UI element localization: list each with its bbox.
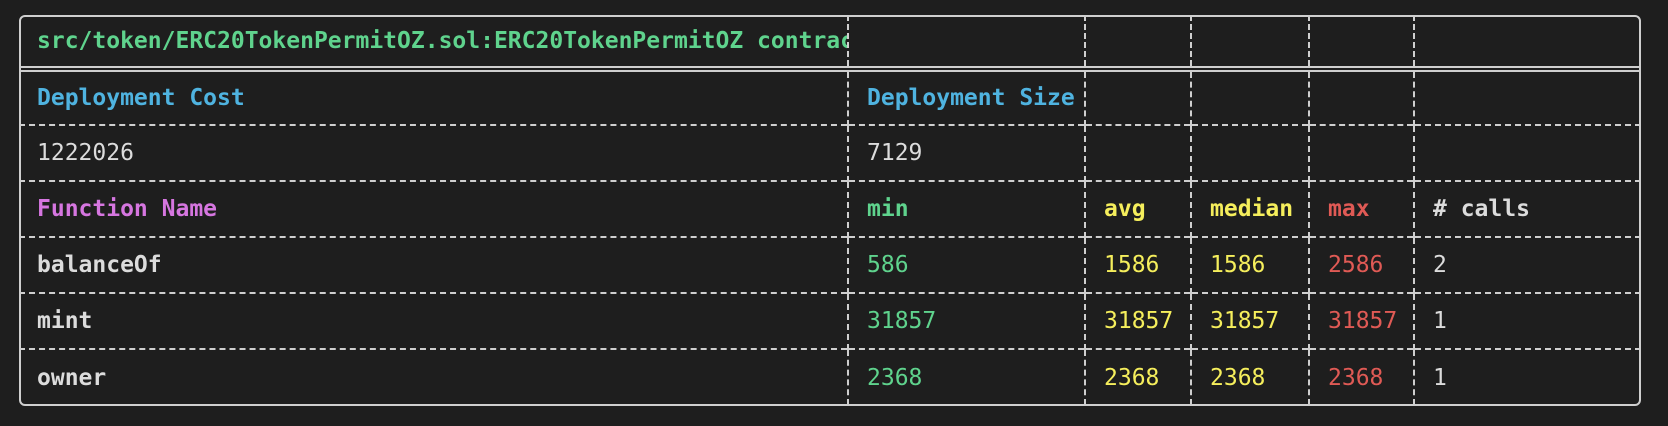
empty-cell <box>1191 15 1310 69</box>
calls-value: 1 <box>1414 292 1641 349</box>
table-row: balanceOf 586 1586 1586 2586 2 <box>19 236 1641 293</box>
deployment-size-header: Deployment Size <box>848 66 1086 125</box>
function-name: mint <box>19 292 849 349</box>
min-value: 586 <box>848 236 1086 293</box>
max-value: 2368 <box>1309 348 1415 405</box>
empty-cell <box>1414 15 1641 69</box>
median-value: 2368 <box>1191 348 1310 405</box>
deployment-cost-value: 1222026 <box>19 124 849 181</box>
empty-cell <box>1085 15 1192 69</box>
median-value: 31857 <box>1191 292 1310 349</box>
empty-cell <box>1309 66 1415 125</box>
median-header: median <box>1191 180 1310 237</box>
empty-cell <box>1191 124 1310 181</box>
calls-value: 1 <box>1414 348 1641 405</box>
avg-header: avg <box>1085 180 1192 237</box>
function-name-header: Function Name <box>19 180 849 237</box>
calls-value: 2 <box>1414 236 1641 293</box>
empty-cell <box>1191 66 1310 125</box>
function-header-row: Function Name min avg median max # calls <box>19 180 1641 237</box>
function-name: owner <box>19 348 849 405</box>
empty-cell <box>1085 66 1192 125</box>
empty-cell <box>1309 124 1415 181</box>
avg-value: 2368 <box>1085 348 1192 405</box>
median-value: 1586 <box>1191 236 1310 293</box>
empty-cell <box>1414 66 1641 125</box>
title-row: src/token/ERC20TokenPermitOZ.sol:ERC20To… <box>19 15 1641 69</box>
deployment-size-value: 7129 <box>848 124 1086 181</box>
min-value: 31857 <box>848 292 1086 349</box>
deployment-value-row: 1222026 7129 <box>19 124 1641 181</box>
max-value: 31857 <box>1309 292 1415 349</box>
table-row: owner 2368 2368 2368 2368 1 <box>19 348 1641 405</box>
avg-value: 31857 <box>1085 292 1192 349</box>
deployment-header-row: Deployment Cost Deployment Size <box>19 66 1641 125</box>
max-header: max <box>1309 180 1415 237</box>
contract-title: src/token/ERC20TokenPermitOZ.sol:ERC20To… <box>19 15 849 69</box>
table-row: mint 31857 31857 31857 31857 1 <box>19 292 1641 349</box>
avg-value: 1586 <box>1085 236 1192 293</box>
deployment-cost-header: Deployment Cost <box>19 66 849 125</box>
calls-header: # calls <box>1414 180 1641 237</box>
min-header: min <box>848 180 1086 237</box>
empty-cell <box>1309 15 1415 69</box>
empty-cell <box>1085 124 1192 181</box>
empty-cell <box>848 15 1086 69</box>
min-value: 2368 <box>848 348 1086 405</box>
function-name: balanceOf <box>19 236 849 293</box>
gas-report-table: src/token/ERC20TokenPermitOZ.sol:ERC20To… <box>19 15 1641 405</box>
empty-cell <box>1414 124 1641 181</box>
max-value: 2586 <box>1309 236 1415 293</box>
